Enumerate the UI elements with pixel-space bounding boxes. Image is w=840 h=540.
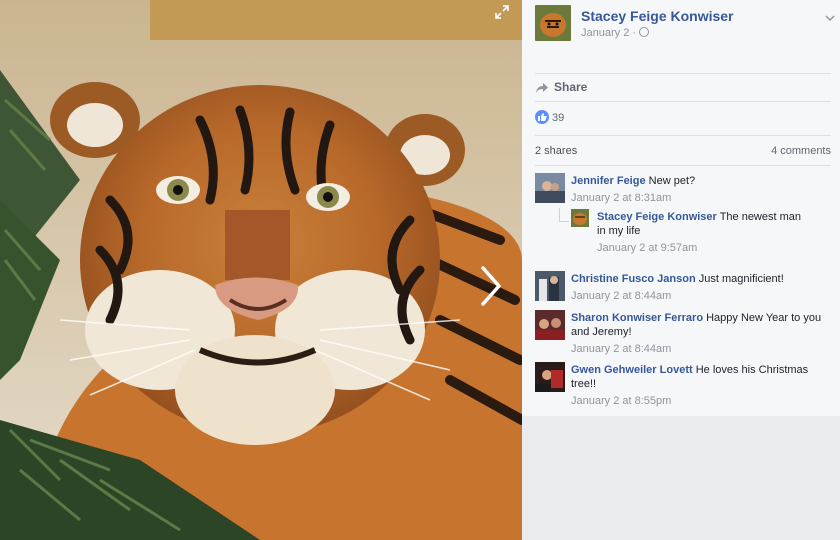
like-count: 39 bbox=[552, 112, 565, 124]
share-arrow-icon bbox=[536, 83, 548, 93]
reply-connector bbox=[559, 208, 569, 222]
reaction-summary[interactable]: 39 bbox=[535, 110, 564, 126]
comment-body: Jennifer Feige New pet? bbox=[571, 174, 831, 188]
comment-time[interactable]: January 2 at 8:44am bbox=[571, 343, 671, 355]
chevron-right-icon[interactable] bbox=[476, 264, 506, 308]
commenter-avatar[interactable] bbox=[535, 173, 565, 203]
expand-icon[interactable] bbox=[494, 4, 510, 20]
comments-count[interactable]: 4 comments bbox=[771, 145, 831, 157]
tiger-photo bbox=[0, 0, 522, 540]
photo-viewer bbox=[0, 0, 522, 540]
comment-item: Gwen Gehweiler Lovett He loves his Chris… bbox=[535, 362, 831, 408]
commenter-avatar[interactable] bbox=[535, 310, 565, 340]
shares-count[interactable]: 2 shares bbox=[535, 145, 577, 157]
comment-body: Gwen Gehweiler Lovett He loves his Chris… bbox=[571, 363, 811, 391]
comment-time[interactable]: January 2 at 8:55pm bbox=[571, 395, 671, 407]
comment-body: Stacey Feige Konwiser The newest man in … bbox=[597, 210, 807, 238]
thumbs-up-icon bbox=[535, 110, 549, 124]
divider bbox=[535, 135, 831, 136]
comment-author[interactable]: Stacey Feige Konwiser bbox=[597, 211, 717, 223]
comment-author[interactable]: Jennifer Feige bbox=[571, 175, 646, 187]
comment-author[interactable]: Gwen Gehweiler Lovett bbox=[571, 364, 693, 376]
commenter-avatar[interactable] bbox=[535, 271, 565, 301]
post-header: Stacey Feige Konwiser January 2 · bbox=[535, 5, 835, 45]
divider bbox=[535, 101, 831, 102]
comment-time[interactable]: January 2 at 9:57am bbox=[597, 242, 697, 254]
chevron-down-icon[interactable] bbox=[825, 11, 835, 22]
comment-item: Sharon Konwiser Ferraro Happy New Year t… bbox=[535, 310, 831, 356]
commenter-avatar[interactable] bbox=[535, 362, 565, 392]
divider bbox=[535, 73, 831, 74]
comment-text: Just magnificient! bbox=[698, 273, 784, 285]
author-avatar[interactable] bbox=[535, 5, 571, 41]
post-meta: January 2 · bbox=[581, 27, 650, 39]
comment-author[interactable]: Sharon Konwiser Ferraro bbox=[571, 312, 703, 324]
globe-icon bbox=[639, 27, 650, 37]
comment-item: Jennifer Feige New pet? January 2 at 8:3… bbox=[535, 173, 831, 209]
comment-item: Christine Fusco Janson Just magnificient… bbox=[535, 271, 831, 307]
comment-reply: Stacey Feige Konwiser The newest man in … bbox=[571, 209, 831, 255]
comment-time[interactable]: January 2 at 8:44am bbox=[571, 290, 671, 302]
comment-author[interactable]: Christine Fusco Janson bbox=[571, 273, 696, 285]
divider bbox=[535, 165, 831, 166]
meta-separator: · bbox=[632, 27, 637, 39]
comment-body: Christine Fusco Janson Just magnificient… bbox=[571, 272, 831, 286]
comment-text: New pet? bbox=[648, 175, 696, 187]
share-label: Share bbox=[554, 80, 588, 94]
post-date[interactable]: January 2 bbox=[581, 27, 629, 39]
commenter-avatar[interactable] bbox=[571, 209, 589, 227]
author-name[interactable]: Stacey Feige Konwiser bbox=[581, 8, 734, 24]
comment-time[interactable]: January 2 at 8:31am bbox=[571, 192, 671, 204]
share-button[interactable]: Share bbox=[535, 80, 587, 96]
comment-body: Sharon Konwiser Ferraro Happy New Year t… bbox=[571, 311, 831, 339]
side-panel: Stacey Feige Konwiser January 2 · Share … bbox=[522, 0, 840, 540]
post-details: Stacey Feige Konwiser January 2 · Share … bbox=[522, 0, 840, 416]
engagement-counts: 2 shares 4 comments bbox=[535, 145, 831, 159]
